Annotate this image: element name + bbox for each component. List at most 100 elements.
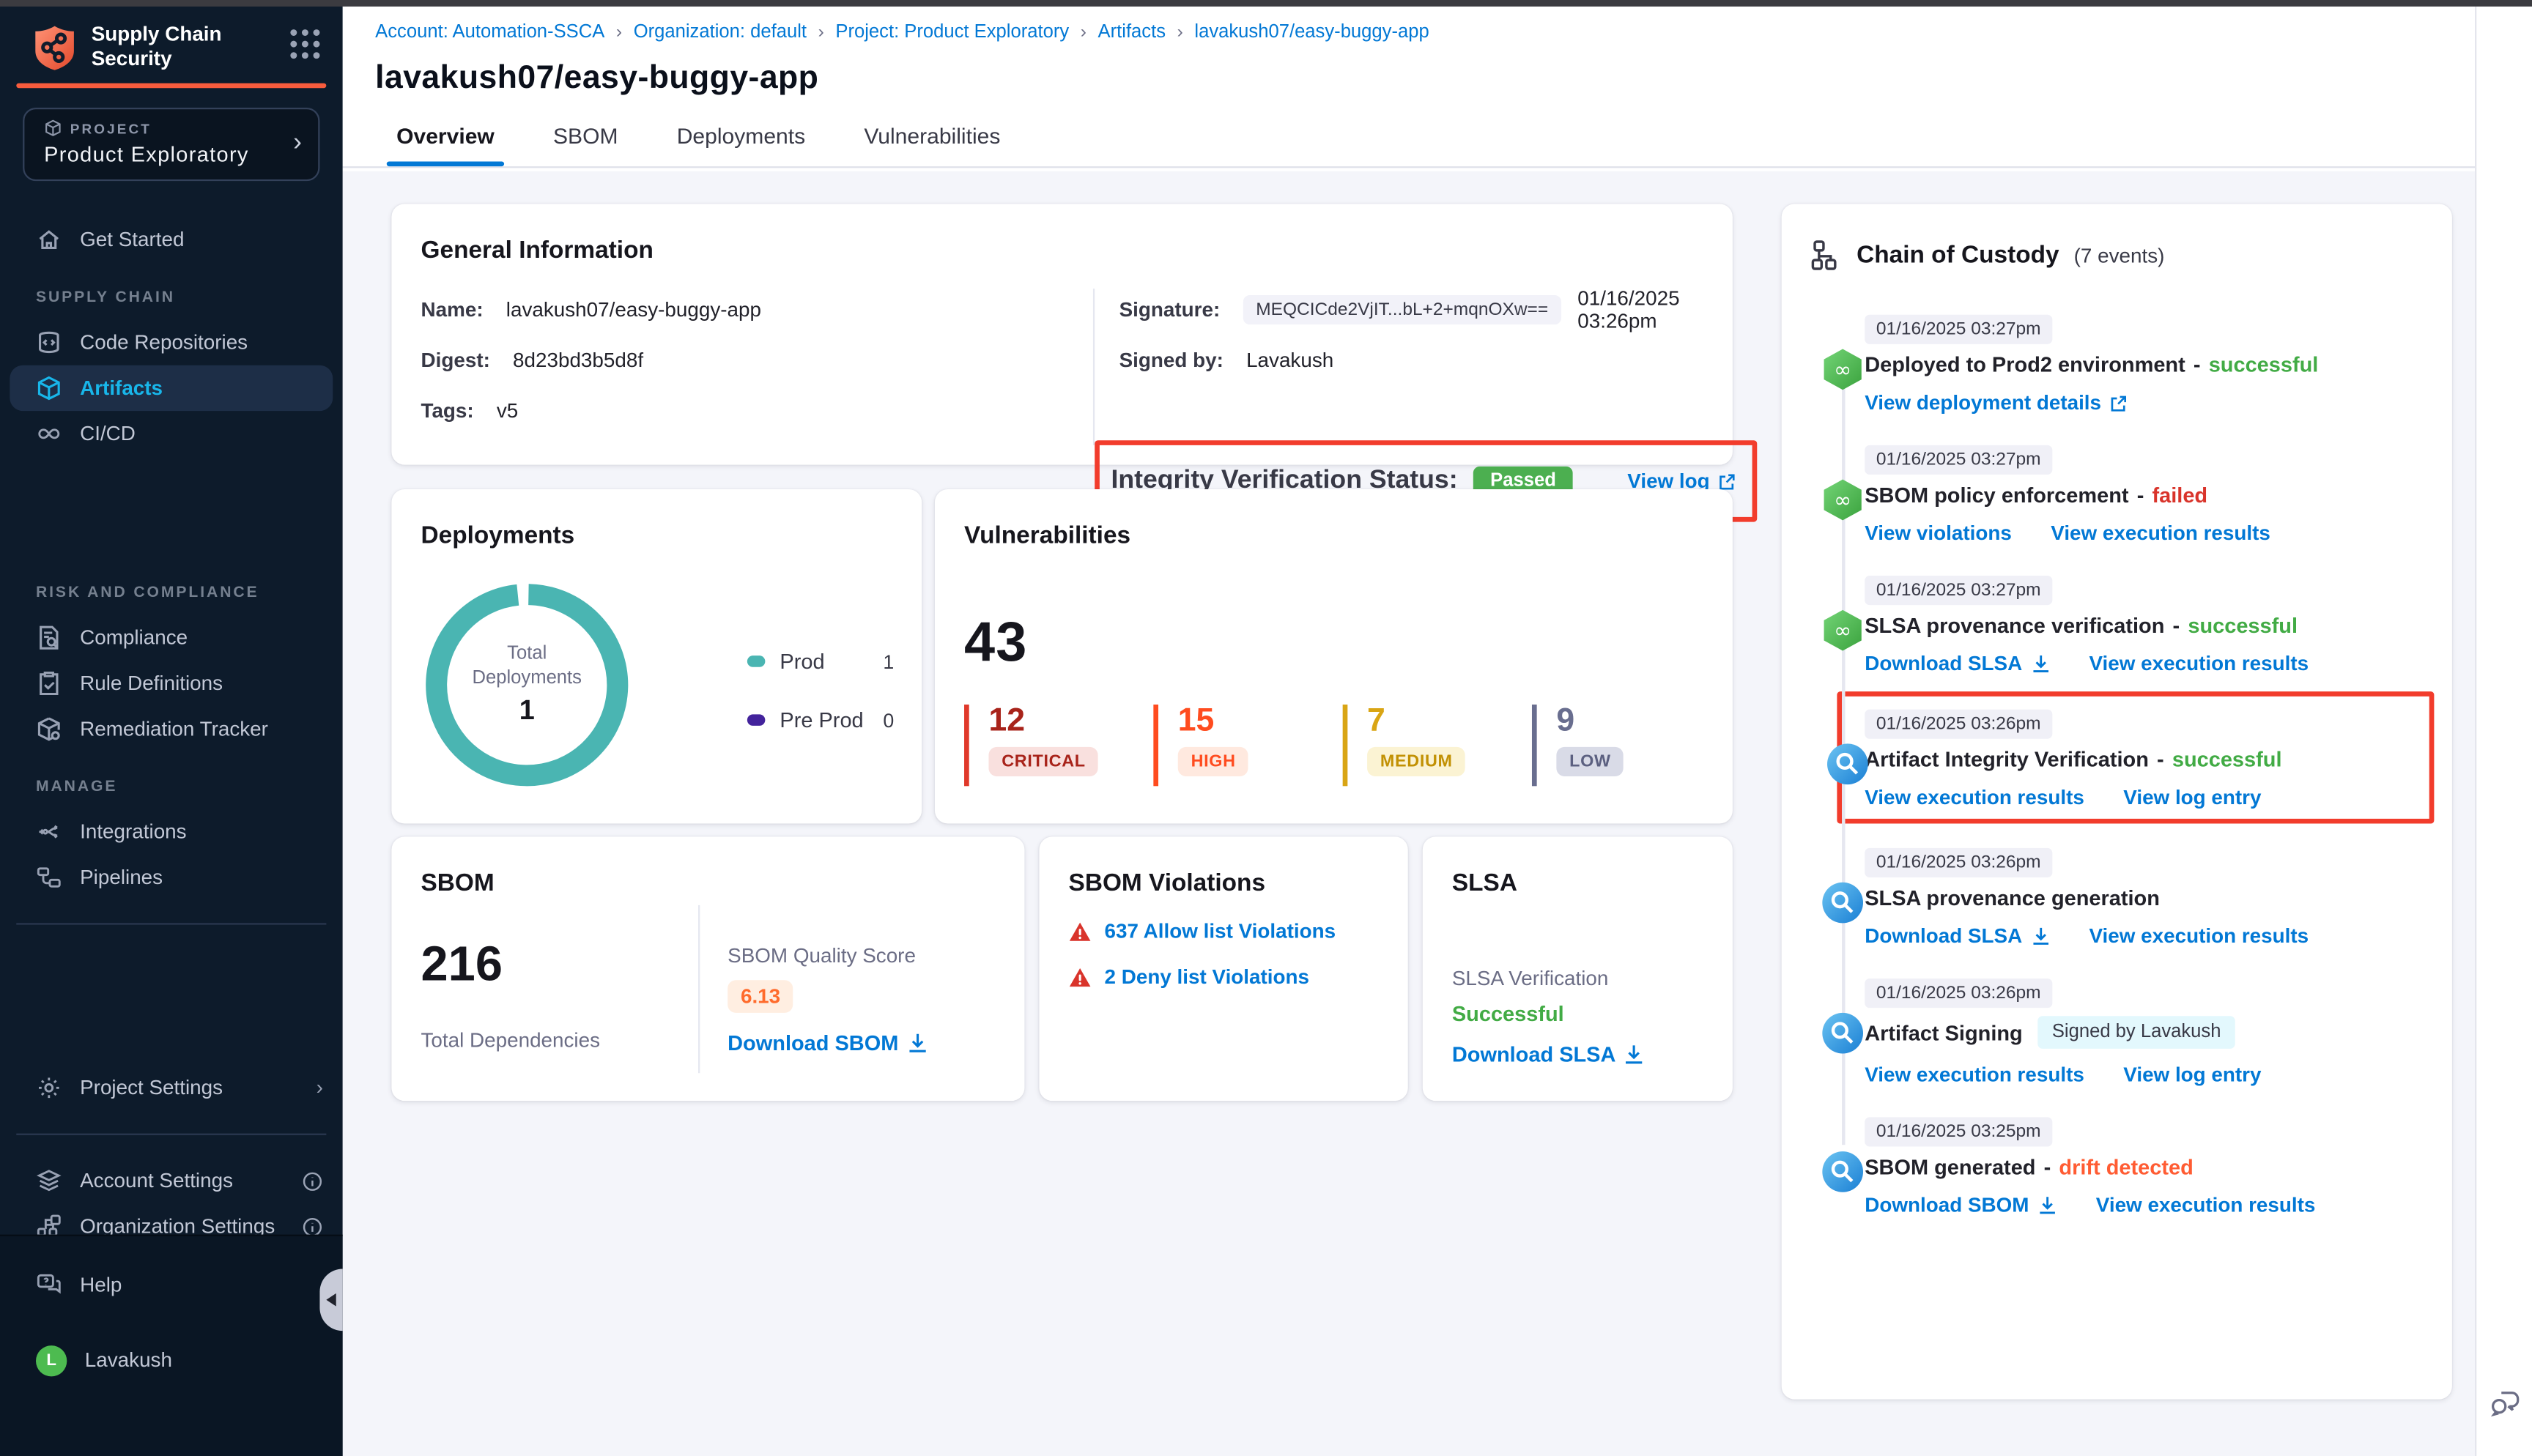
sidebar-section-risk: RISK AND COMPLIANCE [0,584,343,601]
donut-total-value: 1 [519,695,535,728]
breadcrumb-artifacts[interactable]: Artifacts [1098,23,1166,42]
clipboard-check-icon [36,670,62,697]
breadcrumb-project[interactable]: Project: Product Exploratory [835,23,1069,42]
legend-label: Prod [780,649,824,673]
module-grid-icon[interactable] [290,29,319,59]
box-wrench-icon [36,716,62,743]
annotation-highlight-artifact-integrity: 01/16/2025 03:26pm Artifact Integrity Ve… [1837,691,2434,823]
separator: - [2157,747,2164,771]
separator: - [2044,1155,2051,1179]
sidebar-item-compliance[interactable]: Compliance [0,615,343,661]
view-execution-results-link[interactable]: View execution results [2096,1194,2316,1217]
view-execution-results-link[interactable]: View execution results [1865,1063,2084,1086]
browser-chrome-strip [0,0,2532,7]
card-title: Chain of Custody [1857,242,2059,270]
download-slsa-link[interactable]: Download SLSA [1452,1042,1646,1066]
sidebar-item-project-settings[interactable]: Project Settings › [0,1065,343,1110]
sidebar-item-pipelines[interactable]: Pipelines [0,855,343,900]
view-execution-results-link[interactable]: View execution results [2051,522,2270,545]
view-log-entry-link[interactable]: View log entry [2123,1063,2261,1086]
deny-list-violations-link[interactable]: 2 Deny list Violations [1105,965,1309,988]
sidebar-section-manage: MANAGE [0,778,343,795]
sidebar-item-help[interactable]: Help [0,1263,343,1308]
view-log-entry-link[interactable]: View log entry [2123,786,2261,809]
sidebar-item-code-repositories[interactable]: Code Repositories [0,319,343,365]
allow-list-violations-link[interactable]: 637 Allow list Violations [1105,920,1336,943]
high-badge: HIGH [1178,747,1249,776]
deny-list-violations-row: 2 Deny list Violations [1069,965,1379,988]
avatar: L [36,1345,67,1375]
sbom-quality-score-label: SBOM Quality Score [728,944,928,967]
breadcrumb-account[interactable]: Account: Automation-SSCA [375,23,604,42]
chain-of-custody-card: Chain of Custody (7 events) ∞ 01/16/2025… [1782,204,2452,1399]
breadcrumb-organization[interactable]: Organization: default [634,23,807,42]
sidebar-item-artifacts[interactable]: Artifacts [10,365,333,411]
download-icon [2037,1195,2057,1215]
signature-value-chip[interactable]: MEQCICde2VjIT...bL+2+mqnOXw== [1243,294,1561,324]
project-selector[interactable]: PROJECT Product Exploratory › [23,108,319,181]
event-title: SBOM generated [1865,1155,2035,1179]
sidebar-item-label: Compliance [80,626,188,649]
download-slsa-link[interactable]: Download SLSA [1865,925,2050,948]
warning-icon [1069,966,1092,987]
sidebar-footer: Help L Lavakush [0,1235,343,1456]
sidebar-item-label: CI/CD [80,423,136,445]
sidebar-item-rule-definitions[interactable]: Rule Definitions [0,661,343,706]
link-label: View deployment details [1865,391,2101,414]
separator: - [2194,352,2201,376]
link-label: Download SLSA [1865,653,2022,675]
sidebar-item-user[interactable]: L Lavakush [0,1337,343,1383]
sidebar-item-get-started[interactable]: Get Started [0,217,343,262]
pipeline-hexagon-icon: ∞ [1821,347,1865,391]
sidebar-item-cicd[interactable]: CI/CD [0,411,343,456]
tab-sbom[interactable]: SBOM [553,124,618,166]
sidebar-section-supply-chain: SUPPLY CHAIN [0,289,343,306]
accent-divider [16,83,326,89]
event-title: SLSA provenance verification [1865,613,2164,637]
view-execution-results-link[interactable]: View execution results [1865,786,2084,809]
tags-value: v5 [497,398,518,421]
card-title: General Information [421,237,1703,264]
sidebar-item-integrations[interactable]: Integrations [0,809,343,854]
timeline-event-artifact-signing: 01/16/2025 03:26pm Artifact Signing Sign… [1865,977,2423,1086]
download-sbom-link[interactable]: Download SBOM [1865,1194,2057,1217]
separator: - [2137,483,2144,507]
event-status: successful [2209,352,2319,376]
severity-breakdown: 12 CRITICAL 15 HIGH 7 MEDIUM 9 LOW [964,705,1721,786]
tab-overview[interactable]: Overview [396,124,495,166]
sbom-total-dependencies: 216 [421,937,503,993]
feedback-chat-icon[interactable] [2488,1385,2524,1421]
sidebar-item-remediation-tracker[interactable]: Remediation Tracker [0,706,343,751]
timeline-event-sbom-policy: ∞ 01/16/2025 03:27pm SBOM policy enforce… [1865,444,2423,545]
download-sbom-link[interactable]: Download SBOM [728,1030,928,1055]
sidebar-item-label: Project Settings [80,1077,223,1099]
sidebar-item-account-settings[interactable]: Account Settings [0,1158,343,1203]
timeline-event-artifact-integrity: 01/16/2025 03:26pm Artifact Integrity Ve… [1865,707,2423,809]
info-icon [302,1216,323,1237]
view-execution-results-link[interactable]: View execution results [2089,653,2309,675]
card-title: SLSA [1452,869,1703,897]
medium-badge: MEDIUM [1367,747,1465,776]
timeline-event-slsa-generation: 01/16/2025 03:26pm SLSA provenance gener… [1865,847,2423,948]
download-slsa-link[interactable]: Download SLSA [1865,653,2050,675]
severity-medium: 7 MEDIUM [1343,705,1532,786]
link-label: Download SBOM [1865,1194,2029,1217]
infinity-icon [36,421,62,447]
view-deployment-details-link[interactable]: View deployment details [1865,391,2127,414]
signed-by-value: Lavakush [1246,348,1333,371]
view-execution-results-link[interactable]: View execution results [2089,925,2309,948]
external-link-icon [2109,394,2127,412]
svg-text:∞: ∞ [1834,357,1851,382]
tab-deployments[interactable]: Deployments [677,124,805,166]
low-badge: LOW [1556,747,1624,776]
event-title: Artifact Integrity Verification [1865,747,2149,771]
view-violations-link[interactable]: View violations [1865,522,2012,545]
tab-vulnerabilities[interactable]: Vulnerabilities [864,124,1000,166]
breadcrumb-current[interactable]: lavakush07/easy-buggy-app [1194,23,1429,42]
sidebar: Supply Chain Security PROJECT Product Ex… [0,0,343,1456]
download-icon [2030,926,2050,946]
sidebar-item-label: Integrations [80,820,186,843]
critical-count: 12 [988,705,1153,738]
deployments-card: Deployments Total Deployments 1 Prod [391,489,922,823]
project-name: Product Exploratory [44,142,293,166]
